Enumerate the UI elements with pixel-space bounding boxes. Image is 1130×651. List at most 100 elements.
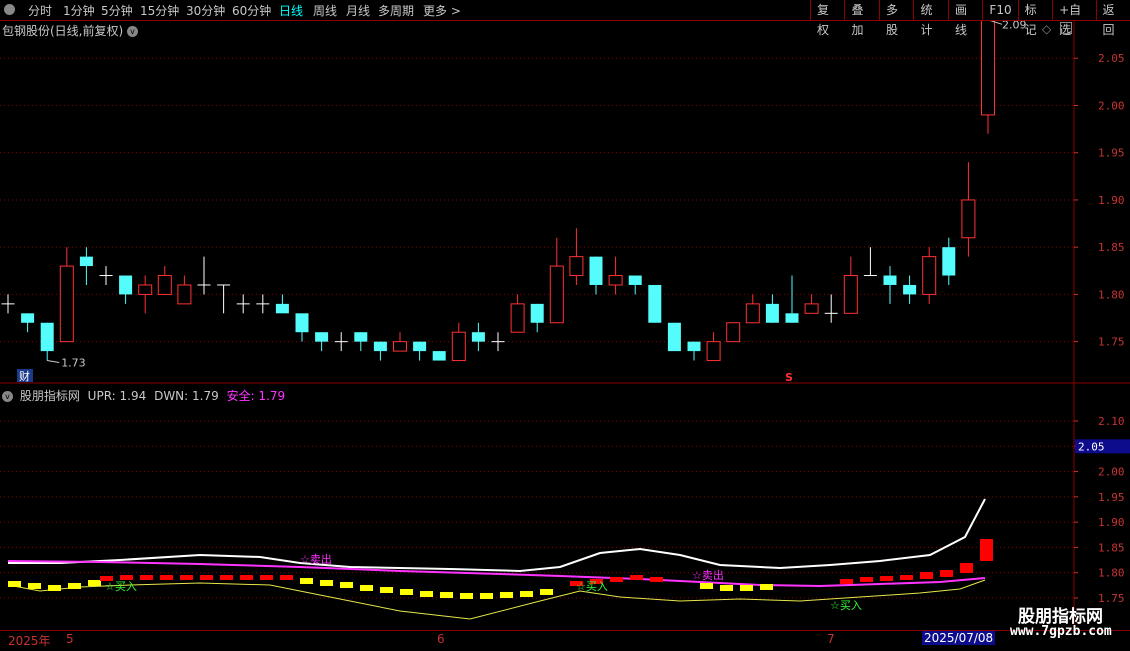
candle-body xyxy=(765,303,779,323)
period-1[interactable]: 1分钟 xyxy=(63,2,95,19)
safe-label: 安全: 1.79 xyxy=(226,389,286,403)
candle-body xyxy=(432,351,446,361)
candle-body xyxy=(549,265,564,324)
dwn-bar xyxy=(740,585,753,591)
main-pane-title: 包钢股份(日线,前复权) v xyxy=(2,22,141,39)
dwn-bar xyxy=(300,578,313,584)
price-tick-label: 1.90 xyxy=(1098,194,1125,207)
dwn-bar xyxy=(88,580,101,586)
signal-label: ☆买入 xyxy=(105,580,137,593)
candle-body xyxy=(413,341,427,352)
window-toggle-icon[interactable] xyxy=(1060,22,1072,34)
price-tick-label: 2.05 xyxy=(1098,52,1125,65)
upr-bar xyxy=(860,577,873,582)
chevron-down-icon[interactable]: v xyxy=(2,391,13,402)
dwn-label: DWN: 1.79 xyxy=(154,389,219,403)
price-chart[interactable]: 2.05 2.00 1.95 1.90 1.85 1.80 1.75 2.09 1.73 财 S xyxy=(0,21,1130,404)
dwn-bar xyxy=(520,591,533,597)
period-2[interactable]: 5分钟 xyxy=(101,2,133,19)
toolbar-button-3[interactable]: 统计 xyxy=(913,0,947,37)
dwn-bar xyxy=(400,589,413,595)
low-pointer xyxy=(47,360,60,364)
period-toolbar: 分时 1分钟 5分钟 15分钟 30分钟 60分钟 日线 周线 月线 多周期 更多 > 复权 叠加 多股… xyxy=(0,0,1130,37)
current-value-label: 2.05 xyxy=(1078,440,1105,453)
candle-body xyxy=(745,303,760,324)
candle-body xyxy=(157,275,172,295)
diamond-icon[interactable]: ◇ xyxy=(1042,22,1051,36)
ind-tick-label: 2.00 xyxy=(1098,466,1125,479)
toolbar-button-5[interactable]: F10 xyxy=(982,0,1017,20)
upr-bar xyxy=(610,577,623,582)
candle-body xyxy=(628,275,642,285)
candle-body xyxy=(451,331,466,362)
upr-bar xyxy=(940,570,953,577)
upr-bar xyxy=(980,539,993,561)
candle-body xyxy=(961,199,976,239)
candle-body xyxy=(785,313,799,323)
dwn-bar xyxy=(440,592,453,598)
period-3[interactable]: 15分钟 xyxy=(140,2,179,19)
candle-body xyxy=(40,322,54,352)
date-label-july: 7 xyxy=(827,632,835,646)
period-4[interactable]: 30分钟 xyxy=(186,2,225,19)
dwn-bar xyxy=(380,587,393,593)
low-label: 1.73 xyxy=(61,357,85,370)
indicator-name: 股朋指标网 xyxy=(19,389,80,403)
upr-bar xyxy=(960,563,973,573)
period-6[interactable]: 日线 xyxy=(279,2,303,19)
period-0[interactable]: 分时 xyxy=(28,2,52,19)
dwn-bar xyxy=(48,585,61,591)
candle-body xyxy=(981,21,995,116)
upr-bar xyxy=(880,576,893,581)
candle-body xyxy=(59,265,74,343)
dwn-bar xyxy=(320,580,333,586)
high-label: 2.09 xyxy=(1002,21,1027,31)
menu-icon[interactable] xyxy=(4,4,15,18)
upr-bar xyxy=(840,579,853,584)
ind-tick-label: 2.10 xyxy=(1098,415,1125,428)
toolbar-button-6[interactable]: 标记 xyxy=(1017,0,1052,37)
toolbar-button-7[interactable]: +自选 xyxy=(1052,0,1095,37)
upr-bar xyxy=(630,575,643,580)
period-9[interactable]: 多周期 xyxy=(378,2,414,19)
candle-body xyxy=(510,303,525,333)
toolbar-button-8[interactable]: 返回 xyxy=(1095,0,1130,37)
dwn-bar xyxy=(68,583,81,589)
dwn-bar xyxy=(420,591,433,597)
candle-body xyxy=(354,332,368,342)
toolbar-button-0[interactable]: 复权 xyxy=(810,0,844,37)
period-8[interactable]: 月线 xyxy=(346,2,370,19)
period-7[interactable]: 周线 xyxy=(313,2,337,19)
upr-bar xyxy=(260,575,273,580)
candle-body xyxy=(608,275,623,286)
toolbar-button-4[interactable]: 画线 xyxy=(947,0,982,37)
candle-body xyxy=(667,322,681,352)
indicator-chart[interactable]: 2.102.052.001.951.901.851.801.752.05☆卖出☆… xyxy=(0,385,1130,630)
signal-label: ☆买入 xyxy=(830,599,862,612)
candle-body xyxy=(275,303,289,314)
dwn-bar xyxy=(700,583,713,589)
upr-bar xyxy=(200,575,213,580)
upr-bar xyxy=(140,575,153,580)
candle-body xyxy=(883,275,897,285)
upr-bar xyxy=(180,575,193,580)
period-5[interactable]: 60分钟 xyxy=(232,2,271,19)
upr-line xyxy=(8,498,986,573)
candle-body xyxy=(530,303,544,323)
candle-body xyxy=(903,284,917,295)
toolbar-button-1[interactable]: 叠加 xyxy=(844,0,878,37)
candle-body xyxy=(589,256,603,285)
toolbar-button-2[interactable]: 多股 xyxy=(878,0,913,37)
candle-body xyxy=(706,341,721,362)
period-10[interactable]: 更多 > xyxy=(423,2,461,19)
candle-body xyxy=(177,284,192,305)
chevron-down-icon[interactable]: v xyxy=(127,26,139,37)
upr-bar xyxy=(280,575,293,580)
signal-label: ☆买入 xyxy=(576,580,608,593)
sell-marker: S xyxy=(785,371,793,384)
watermark: 股朋指标网 www.7gpzb.com xyxy=(1000,598,1130,650)
dwn-bar xyxy=(28,583,41,589)
candle-body xyxy=(804,303,819,314)
dwn-bar xyxy=(340,582,353,588)
current-date-label: 2025/07/08 xyxy=(922,631,996,645)
